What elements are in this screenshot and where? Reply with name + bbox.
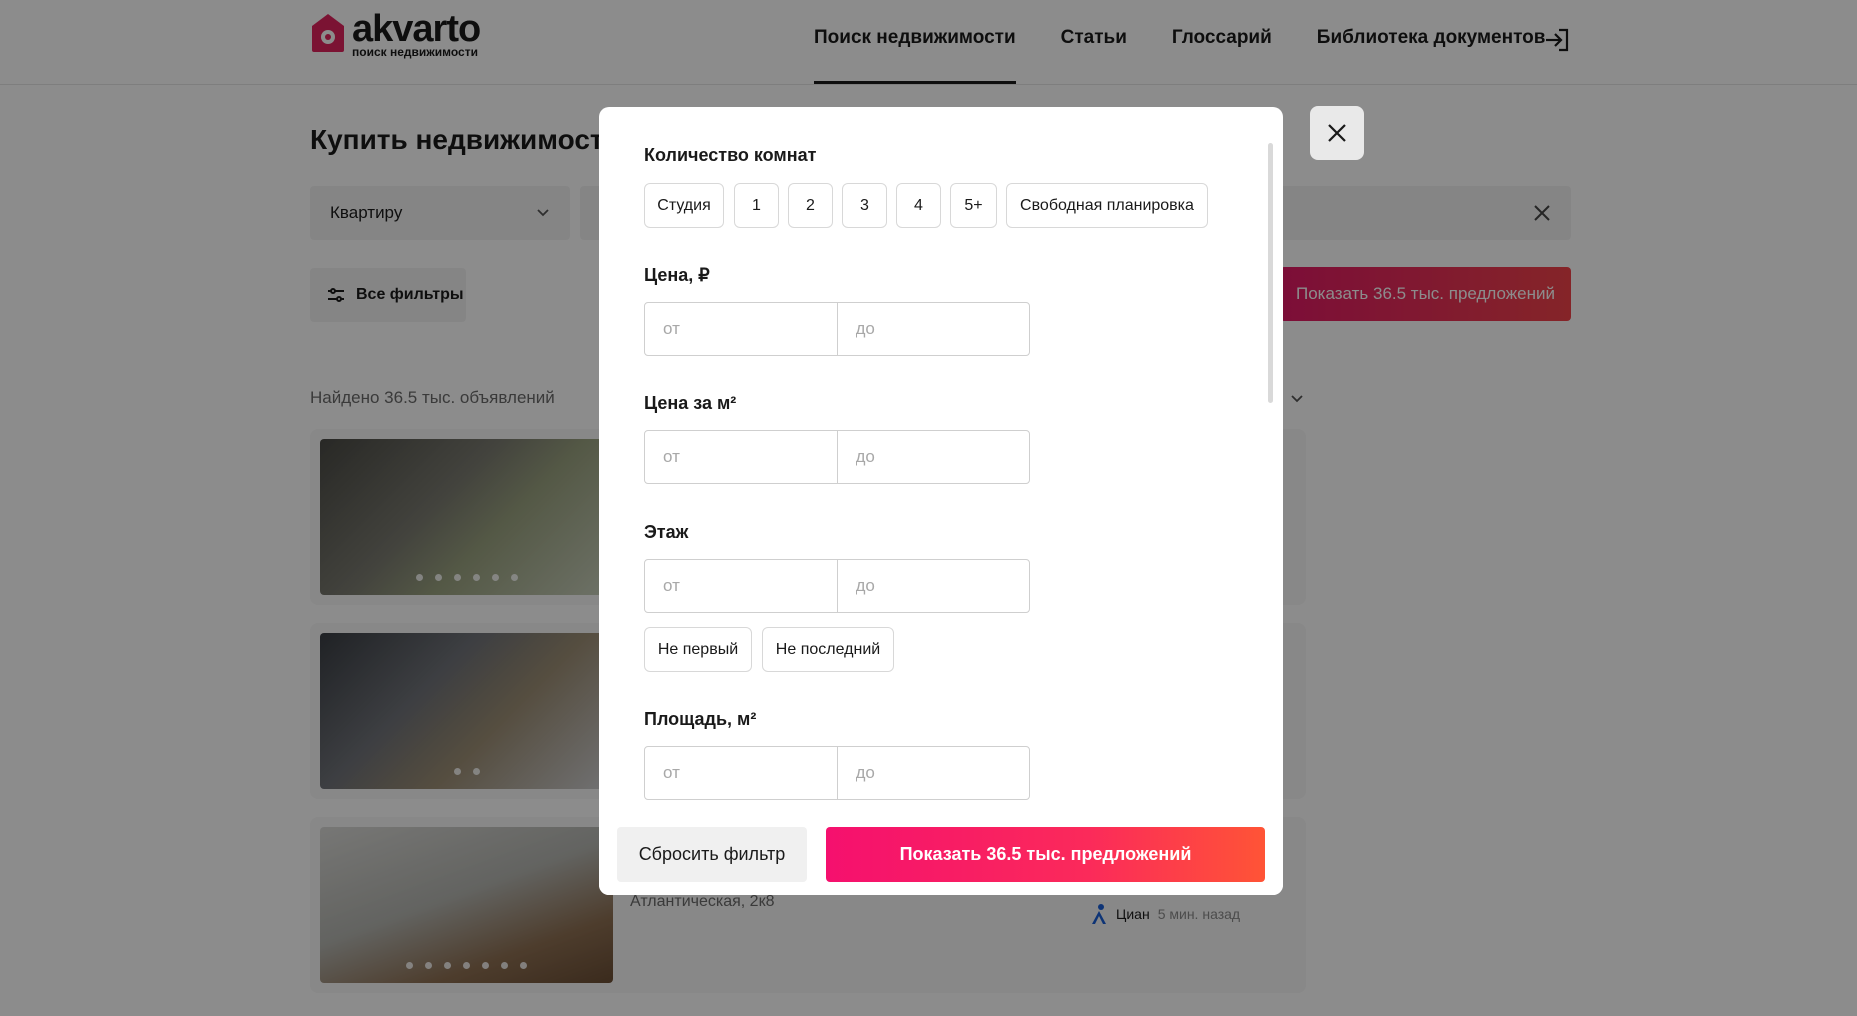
price-m2-label: Цена за м²	[644, 393, 737, 413]
modal-footer: Сбросить фильтр Показать 36.5 тыс. предл…	[599, 815, 1283, 895]
modal-scrollbar[interactable]	[1268, 143, 1273, 403]
floor-to-input[interactable]	[837, 560, 1029, 612]
area-to-input[interactable]	[837, 747, 1029, 799]
room-option-studio[interactable]: Студия	[644, 183, 724, 228]
floor-label: Этаж	[644, 522, 689, 542]
room-option-5plus[interactable]: 5+	[950, 183, 997, 228]
filters-scroll-area: Количество комнат Студия 1 2 3 4 5+ Своб…	[599, 107, 1283, 815]
price-m2-range	[644, 430, 1030, 484]
floor-from-input[interactable]	[645, 560, 837, 612]
price-m2-to-input[interactable]	[837, 431, 1029, 483]
filters-modal: Количество комнат Студия 1 2 3 4 5+ Своб…	[599, 107, 1283, 895]
room-option-free-layout[interactable]: Свободная планировка	[1006, 183, 1208, 228]
not-last-floor-chip[interactable]: Не последний	[762, 627, 894, 672]
price-from-input[interactable]	[645, 303, 837, 355]
room-option-1[interactable]: 1	[734, 183, 779, 228]
show-offers-modal-button[interactable]: Показать 36.5 тыс. предложений	[826, 827, 1265, 882]
area-label: Площадь, м²	[644, 709, 757, 729]
close-modal-button[interactable]	[1310, 106, 1364, 160]
price-range	[644, 302, 1030, 356]
room-option-4[interactable]: 4	[896, 183, 941, 228]
area-range	[644, 746, 1030, 800]
area-from-input[interactable]	[645, 747, 837, 799]
room-option-3[interactable]: 3	[842, 183, 887, 228]
floor-range	[644, 559, 1030, 613]
price-to-input[interactable]	[837, 303, 1029, 355]
room-option-2[interactable]: 2	[788, 183, 833, 228]
price-m2-from-input[interactable]	[645, 431, 837, 483]
rooms-label: Количество комнат	[644, 145, 817, 165]
reset-filter-button[interactable]: Сбросить фильтр	[617, 827, 807, 882]
close-icon	[1328, 124, 1346, 142]
not-first-floor-chip[interactable]: Не первый	[644, 627, 752, 672]
price-label: Цена, ₽	[644, 265, 710, 285]
